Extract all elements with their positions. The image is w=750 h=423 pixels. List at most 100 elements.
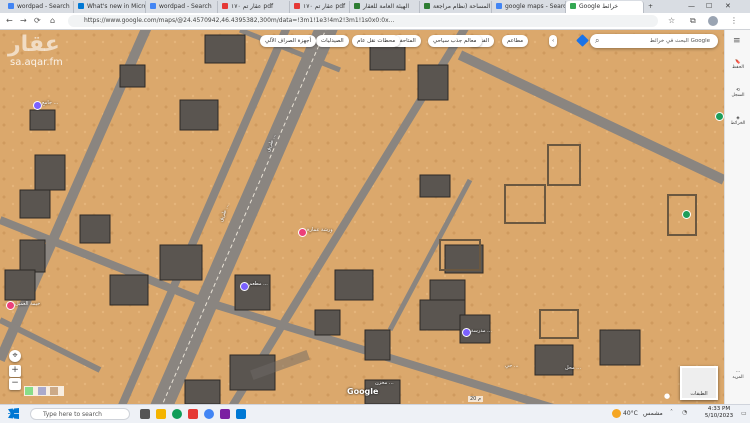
network-icon[interactable]: ◔ [682, 409, 687, 416]
menu-icon[interactable]: ⋮ [730, 15, 738, 27]
windows-start-icon[interactable] [8, 408, 19, 419]
saved-item[interactable]: 🔖 الحفظ [728, 60, 748, 70]
category-chip[interactable]: محطات نقل عام [352, 35, 401, 47]
taskbar-search-input[interactable]: Type here to search [30, 408, 130, 420]
forward-icon[interactable]: → [20, 15, 27, 27]
minimize-button[interactable]: — [688, 0, 695, 12]
layer-thumb[interactable] [50, 387, 59, 395]
tab-favicon [570, 3, 576, 9]
profile-avatar[interactable] [708, 16, 718, 26]
my-location-icon[interactable]: ⌖ [9, 350, 21, 362]
place-pin[interactable] [6, 301, 15, 310]
clock[interactable]: 4:33 PM 5/10/2023 [700, 406, 738, 420]
layers-label: الطبقات [690, 391, 708, 397]
address-bar-row: ← → ⟳ ⌂ https://www.google.com/maps/@24.… [0, 13, 750, 30]
history-item[interactable]: ⟲ السجل [728, 88, 748, 98]
place-label[interactable]: خيمة العميل [15, 301, 40, 307]
category-chip[interactable]: أجهزة الصراف الآلي [260, 35, 317, 47]
edge-icon[interactable] [172, 409, 182, 419]
tab-label: google maps - Search [505, 3, 566, 10]
place-pin[interactable] [682, 210, 691, 219]
tray-chevron-icon[interactable]: ˄ [670, 409, 673, 416]
tab-favicon [222, 3, 228, 9]
place-pin[interactable] [240, 282, 249, 291]
watermark-site: sa.aqar.fm [10, 57, 63, 68]
extensions-icon[interactable]: ⧉ [690, 15, 696, 27]
place-label[interactable]: محل ... [565, 365, 581, 371]
browser-tab[interactable]: الهيئة العامة للعقار [350, 1, 420, 13]
layer-thumbnails[interactable] [24, 386, 64, 396]
tab-label: عقار تم ١٧٠ pdf [231, 3, 274, 10]
maps-item[interactable]: ◈ الخرائط [728, 116, 748, 126]
new-tab-button[interactable]: + [644, 1, 658, 13]
browser-tab[interactable]: عقار تم ١٧٠ pdf [218, 1, 290, 13]
place-label[interactable]: حي ... [505, 363, 519, 369]
menu-icon[interactable]: ≡ [733, 36, 741, 46]
zoom-out-button[interactable]: − [9, 378, 21, 390]
zoom-in-button[interactable]: + [9, 365, 21, 377]
google-logo: Google [347, 387, 379, 396]
place-pin[interactable] [33, 101, 42, 110]
tab-favicon [150, 3, 156, 9]
browser-tab[interactable]: Google خرائط [566, 1, 644, 13]
search-icon[interactable]: ⌕ [595, 36, 599, 46]
chrome-icon[interactable] [204, 409, 214, 419]
place-label[interactable]: مطعم ... [249, 281, 268, 287]
chips-next-icon[interactable]: ‹ [549, 35, 558, 47]
person-icon[interactable]: ● [664, 392, 670, 400]
star-icon[interactable]: ☆ [668, 15, 675, 27]
category-chip[interactable]: الصيدليات [316, 35, 349, 47]
browser-tab[interactable]: What's new in Micros [74, 1, 146, 13]
tab-label: What's new in Micros [87, 3, 146, 10]
place-pin[interactable] [462, 328, 471, 337]
tab-favicon [294, 3, 300, 9]
browser-tab[interactable]: wordpad - Search [146, 1, 218, 13]
watermark-logo: عقار [8, 32, 60, 57]
place-label[interactable]: جامع ... [42, 100, 58, 106]
temperature[interactable]: 40°C [623, 410, 638, 417]
back-icon[interactable]: ← [6, 15, 13, 27]
tab-label: المساحة (نظام مراجعة [433, 3, 491, 10]
home-icon[interactable]: ⌂ [50, 15, 55, 27]
task-view-icon[interactable] [140, 409, 150, 419]
taskbar: Type here to search 40°C مشمس ˄ ◔ 4:33 P… [0, 404, 750, 423]
tab-favicon [354, 3, 360, 9]
layer-thumb[interactable] [37, 387, 46, 395]
browser-tab[interactable]: wordpad - Search [4, 1, 74, 13]
satellite-imagery [0, 30, 724, 404]
browser-tab[interactable]: google maps - Search [492, 1, 566, 13]
browser-tab[interactable]: المساحة (نظام مراجعة [420, 1, 492, 13]
notification-icon[interactable]: ▭ [741, 410, 747, 417]
place-label[interactable]: مخزن ... [375, 380, 394, 386]
app-icon[interactable] [220, 409, 230, 419]
tab-favicon [496, 3, 502, 9]
weather-icon[interactable] [612, 409, 621, 418]
place-pin[interactable] [298, 228, 307, 237]
map-canvas[interactable]: جامع ... خيمة العميل ورشة عمارة مطعم ...… [0, 30, 724, 404]
more-item[interactable]: ⋯ المزيد [728, 370, 748, 380]
place-label[interactable]: مدرسة ... [471, 328, 492, 334]
category-chip[interactable]: معالم جذب سياحي [428, 35, 482, 47]
place-pin[interactable] [715, 112, 724, 121]
reload-icon[interactable]: ⟳ [34, 15, 41, 27]
browser-tab[interactable]: عقار تم ١٧٠ pdf [290, 1, 350, 13]
tab-favicon [8, 3, 14, 9]
tab-favicon [424, 3, 430, 9]
scale-bar[interactable]: 20 م [468, 396, 484, 402]
category-chip[interactable]: مطاعم [502, 35, 529, 47]
map-search-input[interactable]: البحث في خرائط Google [590, 34, 718, 48]
store-icon[interactable] [236, 409, 246, 419]
layer-thumb[interactable] [25, 387, 33, 395]
tab-label: عقار تم ١٧٠ pdf [303, 3, 346, 10]
tab-label: الهيئة العامة للعقار [363, 3, 410, 10]
file-explorer-icon[interactable] [156, 409, 166, 419]
layers-toggle[interactable]: الطبقات [680, 366, 718, 400]
app-icon[interactable] [188, 409, 198, 419]
close-button[interactable]: ✕ [725, 0, 731, 12]
tab-bar: wordpad - Search What's new in Micros word… [0, 0, 750, 13]
url-field[interactable]: https://www.google.com/maps/@24.4570942,… [68, 15, 658, 27]
tab-label: wordpad - Search [159, 3, 212, 10]
place-label[interactable]: ورشة عمارة [307, 227, 333, 233]
weather-text[interactable]: مشمس [643, 410, 663, 417]
maximize-button[interactable]: ☐ [706, 0, 712, 12]
